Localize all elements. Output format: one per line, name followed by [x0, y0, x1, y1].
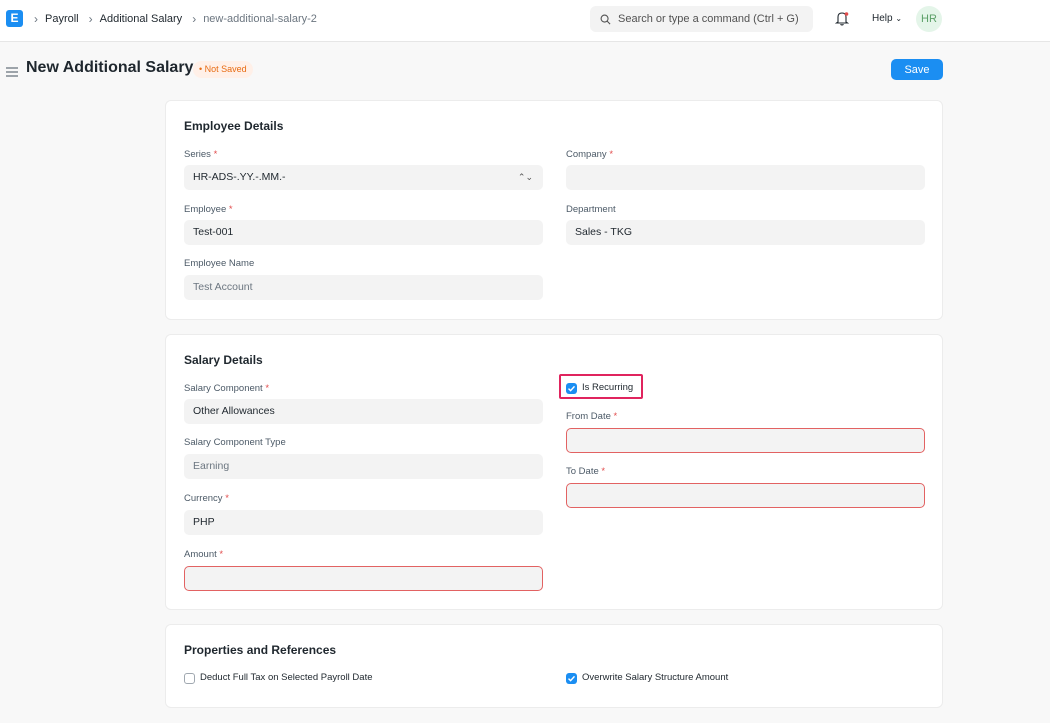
- overwrite-salary-label[interactable]: Overwrite Salary Structure Amount: [582, 672, 728, 683]
- deduct-full-tax-checkbox[interactable]: [184, 673, 195, 684]
- required-marker: *: [228, 204, 233, 215]
- navbar: E › Payroll › Additional Salary › new-ad…: [0, 0, 1050, 42]
- company-label: Company *: [566, 149, 613, 160]
- from-date-field[interactable]: [566, 428, 925, 453]
- checkmark-icon: [568, 675, 576, 682]
- amount-label-text: Amount: [184, 549, 217, 560]
- required-marker: *: [601, 466, 606, 477]
- employee-label-text: Employee: [184, 204, 227, 215]
- section-title: Salary Details: [184, 353, 263, 367]
- employee-field[interactable]: Test-001: [184, 220, 543, 245]
- series-label-text: Series: [184, 149, 211, 160]
- overwrite-salary-checkbox[interactable]: [566, 673, 577, 684]
- from-date-label: From Date *: [566, 411, 617, 422]
- chevron-right-icon: ›: [192, 12, 197, 26]
- company-label-text: Company: [566, 149, 607, 160]
- breadcrumb-payroll[interactable]: Payroll: [45, 13, 79, 25]
- app-logo-icon[interactable]: E: [6, 10, 23, 27]
- avatar[interactable]: HR: [916, 6, 942, 32]
- series-value: HR-ADS-.YY.-.MM.-: [193, 171, 286, 183]
- notification-bell-icon[interactable]: [834, 11, 850, 31]
- currency-field[interactable]: PHP: [184, 510, 543, 535]
- company-field[interactable]: [566, 165, 925, 190]
- from-date-label-text: From Date: [566, 411, 611, 422]
- section-title: Properties and References: [184, 643, 337, 657]
- currency-label-text: Currency: [184, 493, 223, 504]
- required-marker: *: [265, 383, 270, 394]
- salary-component-label: Salary Component *: [184, 383, 269, 394]
- required-marker: *: [225, 493, 229, 504]
- page-title: New Additional Salary: [26, 59, 194, 76]
- currency-label: Currency *: [184, 493, 229, 504]
- search-icon: [600, 14, 611, 24]
- breadcrumb-additional-salary[interactable]: Additional Salary: [100, 13, 183, 25]
- employee-name-field: Test Account: [184, 275, 543, 300]
- salary-component-label-text: Salary Component: [184, 383, 263, 394]
- salary-component-type-label: Salary Component Type: [184, 437, 286, 448]
- deduct-full-tax-label[interactable]: Deduct Full Tax on Selected Payroll Date: [200, 672, 373, 683]
- section-title: Employee Details: [184, 119, 284, 133]
- amount-field[interactable]: [184, 566, 543, 591]
- chevron-right-icon: ›: [88, 12, 93, 26]
- save-button[interactable]: Save: [891, 59, 943, 80]
- to-date-field[interactable]: [566, 483, 925, 508]
- status-badge: • Not Saved: [193, 61, 253, 78]
- salary-component-type-field: Earning: [184, 454, 543, 479]
- chevron-right-icon: ›: [34, 12, 38, 26]
- series-select[interactable]: HR-ADS-.YY.-.MM.- ⌃⌄: [184, 165, 543, 190]
- chevron-down-icon: ⌄: [895, 14, 903, 23]
- required-marker: *: [609, 149, 614, 160]
- amount-label: Amount *: [184, 549, 223, 560]
- is-recurring-highlight: [559, 374, 643, 399]
- breadcrumb: › Payroll › Additional Salary › new-addi…: [34, 12, 327, 26]
- properties-section: Properties and References Deduct Full Ta…: [165, 624, 943, 708]
- salary-component-field[interactable]: Other Allowances: [184, 399, 543, 424]
- employee-details-section: Employee Details Series * HR-ADS-.YY.-.M…: [165, 100, 943, 320]
- help-label: Help: [872, 13, 893, 24]
- required-marker: *: [219, 549, 224, 560]
- select-arrows-icon: ⌃⌄: [517, 172, 533, 182]
- salary-details-section: Salary Details Salary Component * Other …: [165, 334, 943, 610]
- help-menu[interactable]: Help ⌄: [872, 13, 902, 24]
- status-text: Not Saved: [204, 64, 247, 74]
- search-placeholder: Search or type a command (Ctrl + G): [618, 13, 799, 25]
- department-label: Department: [566, 204, 616, 215]
- series-label: Series *: [184, 149, 217, 160]
- sidebar-toggle-icon[interactable]: [6, 64, 18, 82]
- department-field[interactable]: Sales - TKG: [566, 220, 925, 245]
- required-marker: *: [213, 149, 218, 160]
- breadcrumb-current: new-additional-salary-2: [203, 13, 317, 25]
- required-marker: *: [613, 411, 618, 422]
- to-date-label-text: To Date: [566, 466, 599, 477]
- to-date-label: To Date *: [566, 466, 605, 477]
- search-input[interactable]: Search or type a command (Ctrl + G): [590, 6, 813, 32]
- employee-label: Employee *: [184, 204, 233, 215]
- employee-name-label: Employee Name: [184, 258, 255, 269]
